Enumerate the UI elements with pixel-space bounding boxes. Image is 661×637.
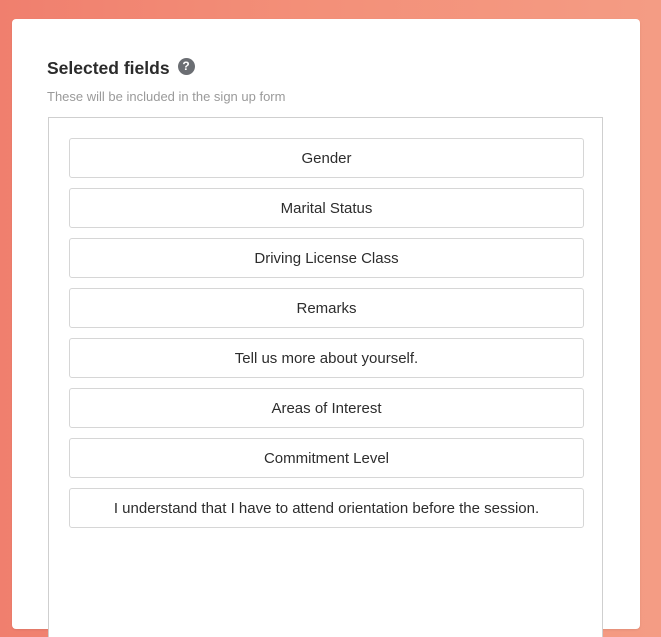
- field-item-commitment-level[interactable]: Commitment Level: [69, 438, 584, 478]
- field-item-remarks[interactable]: Remarks: [69, 288, 584, 328]
- field-item-orientation-acknowledgement[interactable]: I understand that I have to attend orien…: [69, 488, 584, 528]
- field-item-gender[interactable]: Gender: [69, 138, 584, 178]
- section-subtitle: These will be included in the sign up fo…: [47, 89, 286, 104]
- section-title: Selected fields: [47, 57, 170, 78]
- selected-fields-card: Selected fields ? These will be included…: [12, 19, 640, 637]
- field-item-marital-status[interactable]: Marital Status: [69, 188, 584, 228]
- selected-fields-list: Gender Marital Status Driving License Cl…: [69, 138, 584, 538]
- field-item-areas-of-interest[interactable]: Areas of Interest: [69, 388, 584, 428]
- field-item-tell-us-more[interactable]: Tell us more about yourself.: [69, 338, 584, 378]
- selected-fields-dropzone[interactable]: Gender Marital Status Driving License Cl…: [48, 117, 603, 637]
- section-header: Selected fields ?: [47, 56, 195, 80]
- help-circle-icon[interactable]: ?: [177, 57, 195, 75]
- field-item-driving-license-class[interactable]: Driving License Class: [69, 238, 584, 278]
